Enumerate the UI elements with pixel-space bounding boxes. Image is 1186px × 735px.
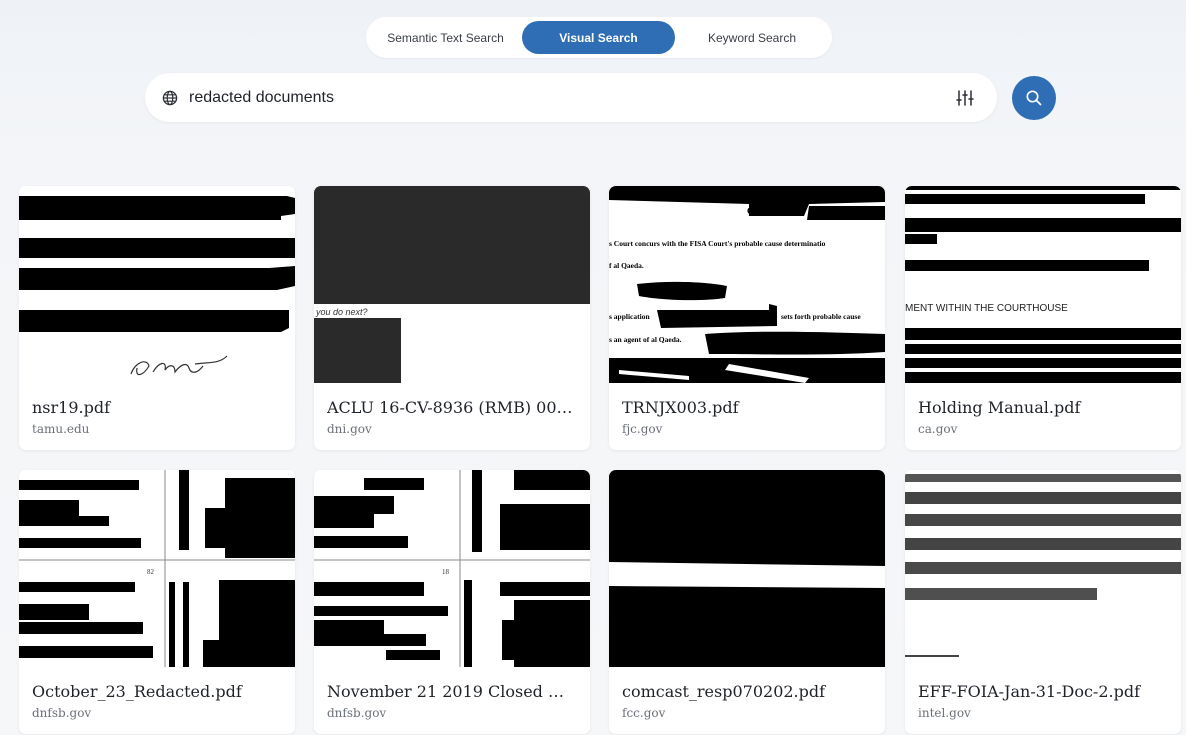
result-title[interactable]: TRNJX003.pdf: [622, 398, 874, 417]
thumbnail-text: s application: [609, 312, 650, 321]
result-card[interactable]: nsr19.pdf tamu.edu: [19, 186, 295, 450]
document-thumbnail[interactable]: MENT WITHIN THE COURTHOUSE: [905, 186, 1181, 383]
document-thumbnail[interactable]: you do next?: [314, 186, 590, 383]
search-bar: [145, 73, 997, 122]
result-title[interactable]: November 21 2019 Closed Meeti...: [327, 682, 579, 701]
search-button[interactable]: [1012, 76, 1056, 120]
search-input[interactable]: [189, 84, 949, 111]
document-thumbnail[interactable]: 82: [19, 470, 295, 667]
globe-icon: [162, 90, 178, 106]
result-domain: fcc.gov: [622, 706, 666, 720]
document-thumbnail[interactable]: [905, 470, 1181, 667]
result-domain: tamu.edu: [32, 422, 90, 436]
result-title[interactable]: Holding Manual.pdf: [918, 398, 1170, 417]
document-thumbnail[interactable]: [19, 186, 295, 383]
result-domain: dnfsb.gov: [327, 706, 387, 720]
result-card[interactable]: EFF-FOIA-Jan-31-Doc-2.pdf intel.gov: [905, 470, 1181, 734]
result-title[interactable]: ACLU 16-CV-8936 (RMB) 00091...: [327, 398, 579, 417]
result-card[interactable]: 82 October_23_Redacted.pdf dnfsb.gov: [19, 470, 295, 734]
result-title[interactable]: nsr19.pdf: [32, 398, 284, 417]
thumbnail-text: s an agent of al Qaeda.: [609, 335, 682, 344]
tab-keyword-search[interactable]: Keyword Search: [675, 21, 829, 54]
result-card[interactable]: MENT WITHIN THE COURTHOUSE Holding Manua…: [905, 186, 1181, 450]
result-domain: fjc.gov: [622, 422, 663, 436]
document-thumbnail[interactable]: [609, 470, 885, 667]
result-domain: ca.gov: [918, 422, 958, 436]
result-domain: dnfsb.gov: [32, 706, 92, 720]
thumbnail-text: you do next?: [315, 307, 368, 317]
result-card[interactable]: you do next? ACLU 16-CV-8936 (RMB) 00091…: [314, 186, 590, 450]
result-title[interactable]: October_23_Redacted.pdf: [32, 682, 284, 701]
thumbnail-text: MENT WITHIN THE COURTHOUSE: [905, 303, 1068, 314]
thumbnail-text: s Court concurs with the FISA Court's pr…: [609, 239, 826, 248]
thumbnail-text: sets forth probable cause: [781, 312, 861, 321]
search-icon: [1026, 90, 1042, 106]
document-thumbnail[interactable]: Consequently, s Court concurs with the F…: [609, 186, 885, 383]
result-title[interactable]: EFF-FOIA-Jan-31-Doc-2.pdf: [918, 682, 1170, 701]
tab-semantic-text-search[interactable]: Semantic Text Search: [369, 21, 522, 54]
result-title[interactable]: comcast_resp070202.pdf: [622, 682, 874, 701]
result-card[interactable]: 18 November 21 2019 Closed Meeti... dnfs…: [314, 470, 590, 734]
thumbnail-text: 18: [442, 568, 450, 576]
thumbnail-text: f al Qaeda.: [609, 261, 644, 270]
result-domain: dni.gov: [327, 422, 372, 436]
thumbnail-text: 82: [147, 568, 155, 576]
document-thumbnail[interactable]: 18: [314, 470, 590, 667]
search-mode-tabs: Semantic Text Search Visual Search Keywo…: [366, 17, 832, 58]
result-domain: intel.gov: [918, 706, 971, 720]
tab-visual-search[interactable]: Visual Search: [522, 21, 675, 54]
result-card[interactable]: Consequently, s Court concurs with the F…: [609, 186, 885, 450]
filter-sliders-icon[interactable]: [955, 88, 975, 108]
result-card[interactable]: comcast_resp070202.pdf fcc.gov: [609, 470, 885, 734]
thumbnail-text: Consequently,: [747, 206, 801, 216]
